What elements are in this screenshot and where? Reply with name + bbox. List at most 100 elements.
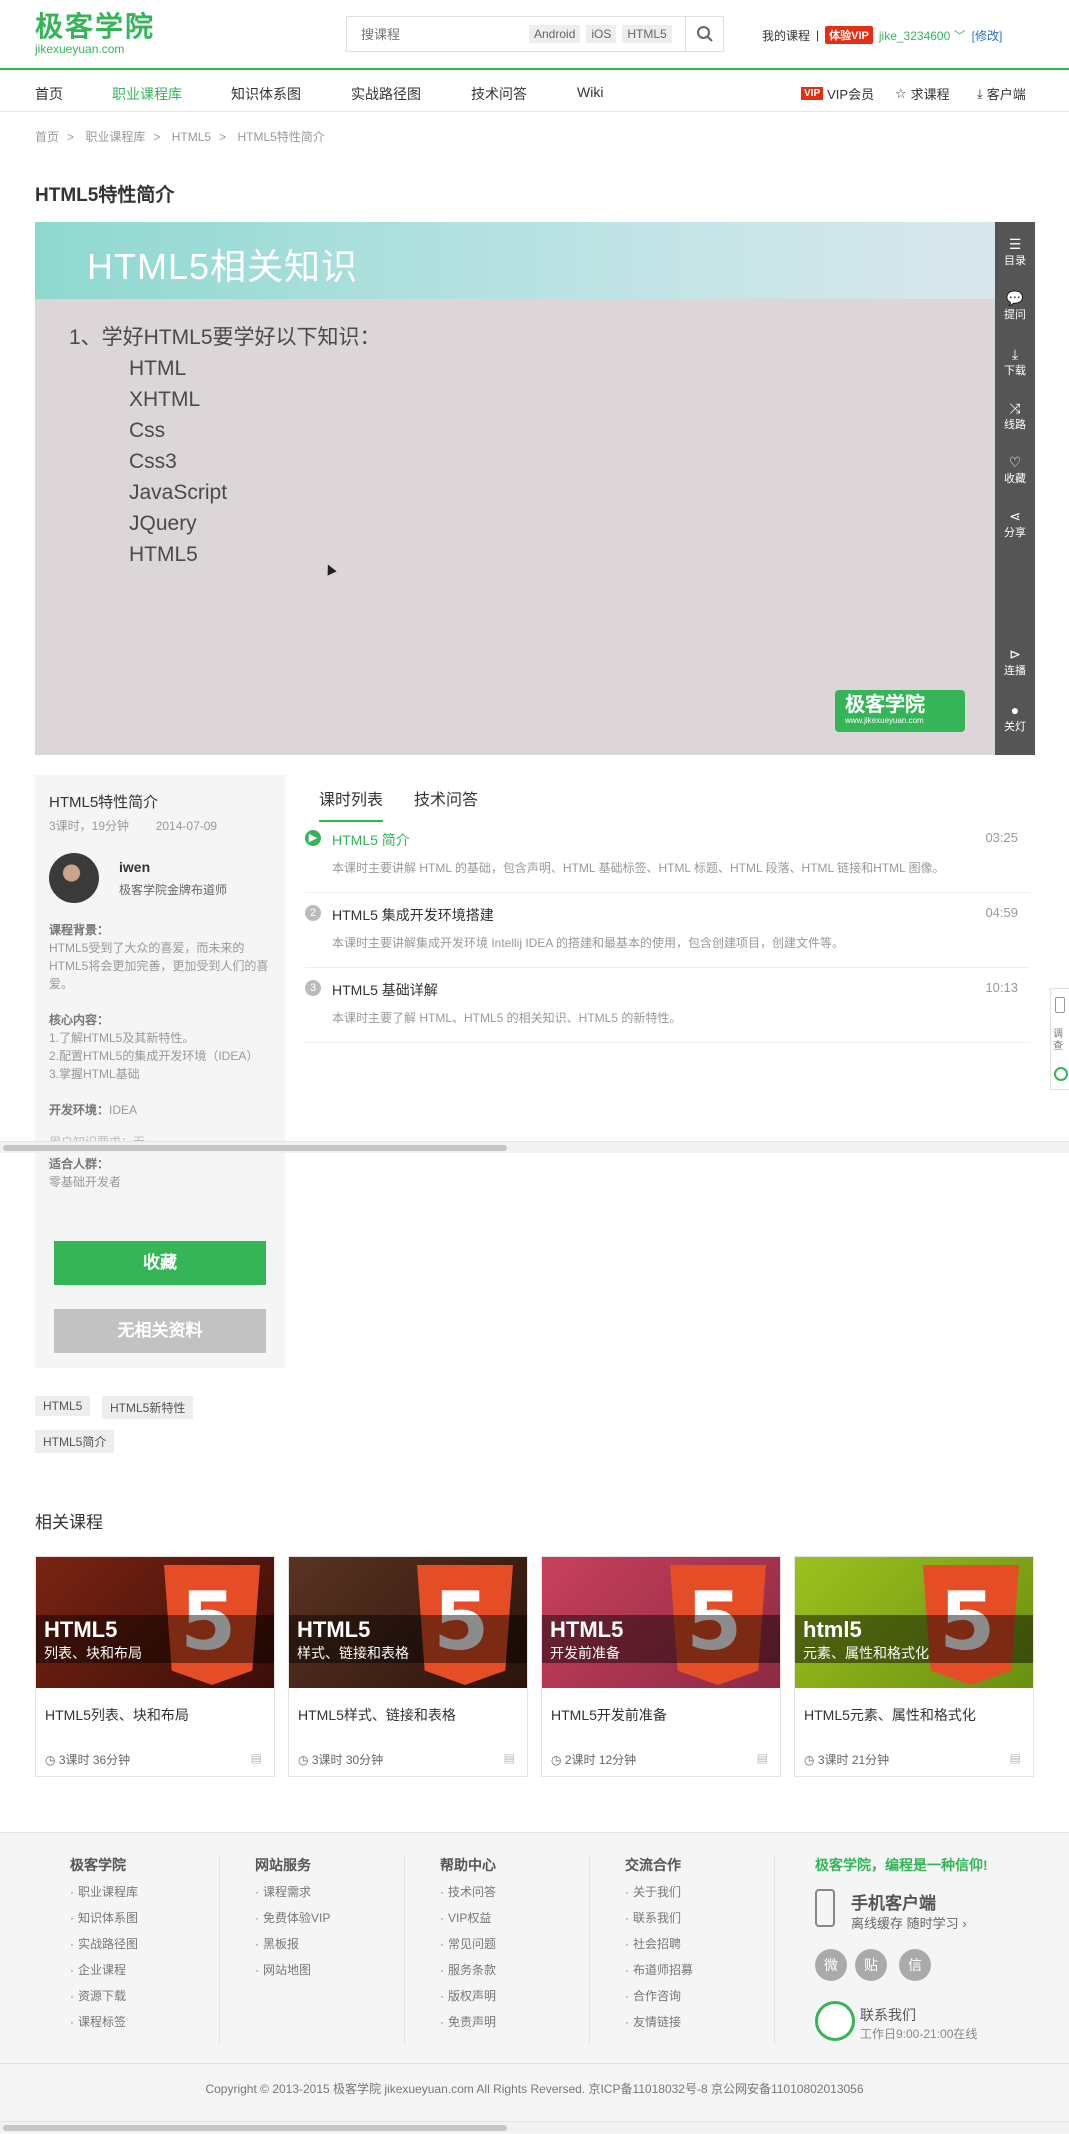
search-button[interactable]	[685, 17, 723, 51]
player-autoplay-button[interactable]: ⊳ 连播	[995, 646, 1035, 678]
tab-lesson-list[interactable]: 课时列表	[319, 786, 384, 822]
audience-value: 零基础开发者	[49, 1175, 122, 1189]
user-area: 我的课程 | 体验VIP jike_3234600 ﹀ [修改]	[762, 26, 1002, 44]
breadcrumb-html5[interactable]: HTML5	[172, 130, 211, 144]
breadcrumb-library[interactable]: 职业课程库	[85, 130, 145, 144]
db-icon: ▤	[503, 1751, 515, 1765]
footer-link[interactable]: 职业课程库	[70, 1883, 138, 1900]
sidebar-label: 关灯	[1004, 721, 1026, 733]
nav-course-library[interactable]: 职业课程库	[112, 84, 182, 104]
lesson-item[interactable]: 2 HTML5 集成开发环境搭建 04:59 本课时主要讲解集成开发环境 Int…	[305, 893, 1030, 968]
footer-link[interactable]: 实战路径图	[70, 1935, 138, 1952]
player-route-button[interactable]: ⤨ 线路	[995, 400, 1035, 432]
lesson-desc: 本课时主要了解 HTML、HTML5 的相关知识、HTML5 的新特性。	[332, 1011, 682, 1025]
scrollbar-thumb[interactable]	[3, 2125, 507, 2131]
edit-profile-link[interactable]: [修改]	[972, 27, 1003, 44]
contact-hours: 工作日9:00-21:00在线	[860, 2027, 978, 2041]
breadcrumb-sep: >	[67, 130, 75, 144]
player-light-button[interactable]: ● 关灯	[995, 702, 1035, 734]
footer-link[interactable]: 网站地图	[255, 1961, 311, 1978]
footer-link[interactable]: 联系我们	[625, 1909, 681, 1926]
footer-link[interactable]: 黑板报	[255, 1935, 299, 1952]
nav-client[interactable]: ⤓ 客户端	[977, 84, 1026, 103]
nav-request-label: 求课程	[910, 87, 950, 102]
tieba-icon[interactable]: 贴	[855, 1949, 887, 1981]
weibo-icon[interactable]: 微	[815, 1949, 847, 1981]
footer-link[interactable]: 技术问答	[440, 1883, 496, 1900]
lesson-number: 2	[305, 905, 321, 921]
horizontal-scrollbar[interactable]	[0, 1141, 1069, 1153]
search-input[interactable]	[347, 17, 527, 51]
audience-label: 适合人群：	[49, 1157, 110, 1171]
search-tag-html5[interactable]: HTML5	[622, 25, 672, 43]
lesson-item[interactable]: 3 HTML5 基础详解 10:13 本课时主要了解 HTML、HTML5 的相…	[305, 968, 1030, 1043]
app-subtitle: 离线缓存 随时学习 ›	[851, 1913, 967, 1932]
footer-link[interactable]: 课程标签	[70, 2013, 126, 2030]
collect-button[interactable]: 收藏	[54, 1241, 266, 1285]
related-course-card[interactable]: 5 HTML5 列表、块和布局 HTML5列表、块和布局 ◷ 3课时 36分钟 …	[35, 1556, 275, 1777]
footer-link[interactable]: VIP权益	[440, 1909, 491, 1926]
video-watermark: 极客学院 www.jikexueyuan.com	[835, 690, 965, 732]
keyword-tag[interactable]: HTML5新特性	[102, 1396, 194, 1419]
player-ask-button[interactable]: 💬 提问	[995, 290, 1035, 322]
download-icon: ⤓	[1011, 346, 1019, 362]
logo-domain: jikexueyuan.com	[35, 42, 125, 56]
footer-link[interactable]: 社会招聘	[625, 1935, 681, 1952]
course-name: HTML5开发前准备	[551, 1707, 667, 1723]
nav-knowledge-map[interactable]: 知识体系图	[231, 84, 301, 104]
course-duration: 2课时 12分钟	[564, 1753, 637, 1767]
search-tag-ios[interactable]: iOS	[586, 25, 617, 43]
footer-link[interactable]: 合作咨询	[625, 1987, 681, 2004]
footer-link[interactable]: 服务条款	[440, 1961, 496, 1978]
nav-request-course[interactable]: ☆ 求课程	[895, 84, 950, 103]
player-download-button[interactable]: ⤓ 下载	[995, 346, 1035, 378]
related-course-card[interactable]: 5 html5 元素、属性和格式化 HTML5元素、属性和格式化 ◷ 3课时 2…	[794, 1556, 1034, 1777]
footer-link[interactable]: 企业课程	[70, 1961, 126, 1978]
footer-link[interactable]: 友情链接	[625, 2013, 681, 2030]
footer-link[interactable]: 知识体系图	[70, 1909, 138, 1926]
keyword-tag[interactable]: HTML5	[35, 1396, 91, 1416]
footer-link[interactable]: 资源下载	[70, 1987, 126, 2004]
breadcrumb: 首页 > 职业课程库 > HTML5 > HTML5特性简介	[35, 128, 325, 145]
no-material-button[interactable]: 无相关资料	[54, 1309, 266, 1353]
footer-link[interactable]: 布道师招募	[625, 1961, 693, 1978]
nav-wiki[interactable]: Wiki	[577, 84, 603, 100]
slide-line: 1、学好HTML5要学好以下知识：	[69, 326, 381, 349]
lesson-item[interactable]: ▶ HTML5 简介 03:25 本课时主要讲解 HTML 的基础，包含声明、H…	[305, 818, 1030, 893]
sidebar-label: 分享	[1004, 527, 1026, 539]
footer-link[interactable]: 常见问题	[440, 1935, 496, 1952]
side-float-widget[interactable]: 调查	[1050, 988, 1069, 1090]
scrollbar-thumb[interactable]	[3, 1145, 507, 1151]
sidebar-label: 提问	[1004, 309, 1026, 321]
horizontal-scrollbar-bottom[interactable]	[0, 2121, 1069, 2133]
teacher-name[interactable]: iwen	[119, 859, 150, 875]
related-course-card[interactable]: 5 HTML5 开发前准备 HTML5开发前准备 ◷ 2课时 12分钟 ▤	[541, 1556, 781, 1777]
course-meta: ◷ 3课时 36分钟	[45, 1751, 130, 1768]
nav-vip-member[interactable]: VIP VIP会员	[801, 84, 874, 103]
search-tag-android[interactable]: Android	[529, 25, 581, 43]
footer-link[interactable]: 课程需求	[255, 1883, 311, 1900]
footer-link[interactable]: 版权声明	[440, 1987, 496, 2004]
trial-vip-badge[interactable]: 体验VIP	[825, 26, 873, 44]
teacher-avatar[interactable]	[49, 853, 99, 903]
footer-link[interactable]: 关于我们	[625, 1883, 681, 1900]
nav-tech-qa[interactable]: 技术问答	[471, 84, 527, 104]
player-favorite-button[interactable]: ♡ 收藏	[995, 454, 1035, 486]
wechat-icon[interactable]: 信	[899, 1949, 931, 1981]
logo-text: 极客学院	[35, 11, 156, 42]
related-course-card[interactable]: 5 HTML5 样式、链接和表格 HTML5样式、链接和表格 ◷ 3课时 30分…	[288, 1556, 528, 1777]
player-catalog-button[interactable]: ☰ 目录	[995, 236, 1035, 268]
keyword-tag[interactable]: HTML5简介	[35, 1430, 115, 1453]
footer-link[interactable]: 免责声明	[440, 2013, 496, 2030]
site-logo[interactable]: 极客学院 jikexueyuan.com	[35, 11, 156, 57]
nav-home[interactable]: 首页	[35, 84, 63, 104]
my-courses-link[interactable]: 我的课程	[762, 27, 810, 44]
breadcrumb-home[interactable]: 首页	[35, 130, 59, 144]
nav-practice-path[interactable]: 实战路径图	[351, 84, 421, 104]
video-player[interactable]: HTML5相关知识 1、学好HTML5要学好以下知识： HTML XHTML C…	[35, 222, 995, 755]
tab-tech-qa[interactable]: 技术问答	[414, 786, 478, 810]
footer-link[interactable]: 免费体验VIP	[255, 1909, 330, 1926]
app-subtitle-text: 离线缓存 随时学习	[851, 1916, 959, 1931]
username-dropdown[interactable]: jike_3234600 ﹀	[879, 27, 966, 44]
player-share-button[interactable]: ⋖ 分享	[995, 508, 1035, 540]
